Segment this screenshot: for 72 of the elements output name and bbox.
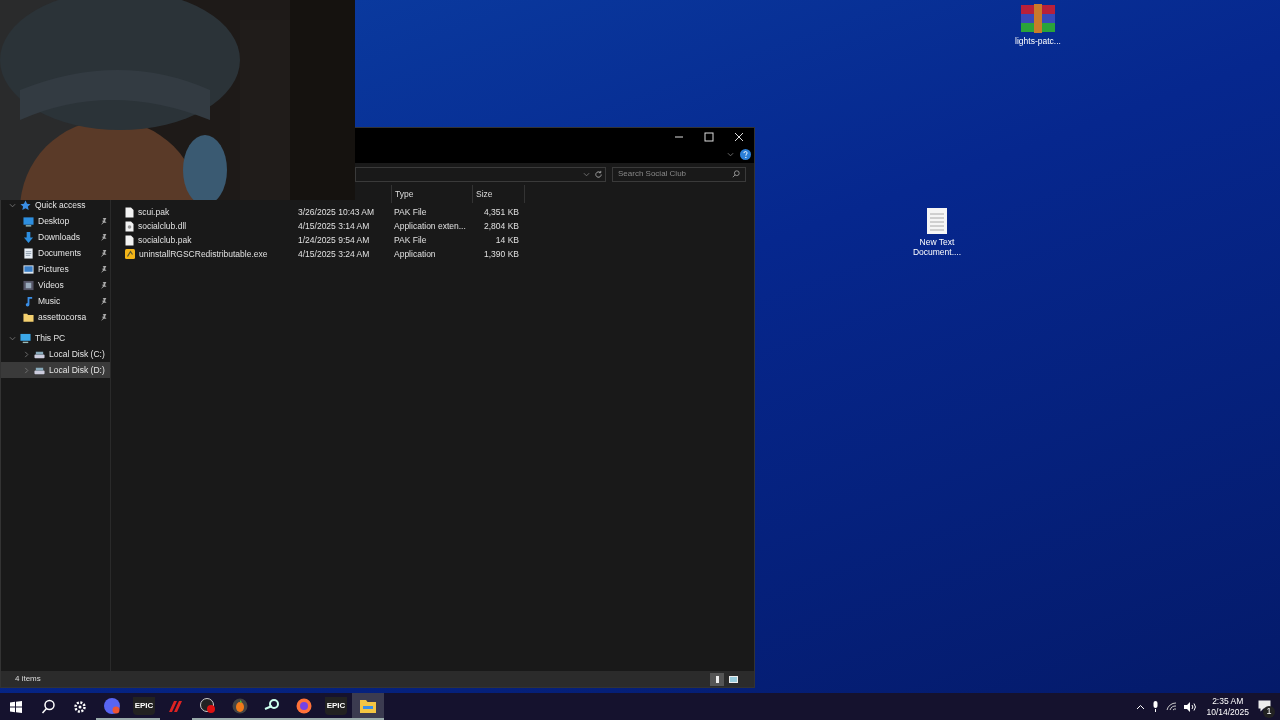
nav-item[interactable]: Documents xyxy=(1,245,110,261)
download-icon xyxy=(23,231,34,243)
folder-icon xyxy=(23,311,34,323)
microphone-icon[interactable] xyxy=(1152,701,1160,712)
pin-icon[interactable] xyxy=(100,281,107,289)
column-header[interactable]: Size xyxy=(472,185,525,203)
file-type: PAK File xyxy=(394,233,428,247)
document-icon xyxy=(23,247,34,259)
file-date: 3/26/2025 10:43 AM xyxy=(298,205,376,219)
file-name[interactable]: scui.pak xyxy=(138,205,170,219)
search-input[interactable]: Search Social Club xyxy=(618,168,732,180)
nav-item[interactable]: Quick access xyxy=(1,197,110,213)
pin-icon[interactable] xyxy=(100,313,107,321)
help-icon[interactable] xyxy=(740,149,751,160)
folder-icon xyxy=(360,698,376,713)
file-date: 4/15/2025 3:14 AM xyxy=(298,219,371,233)
file-name[interactable]: socialclub.dll xyxy=(138,219,187,233)
details-view-button[interactable] xyxy=(710,672,724,686)
nav-item[interactable]: Pictures xyxy=(1,261,110,277)
taskbar-app[interactable] xyxy=(352,693,384,720)
desktop-icon-label[interactable]: lights-patc... xyxy=(1015,36,1061,46)
text-file-icon[interactable] xyxy=(926,207,948,235)
taskbar-app[interactable]: EPIC xyxy=(128,693,160,720)
search-icon xyxy=(732,170,740,178)
nav-item[interactable]: This PC xyxy=(1,330,110,346)
wifi-icon[interactable] xyxy=(1166,702,1178,711)
refresh-icon[interactable] xyxy=(594,169,603,179)
pictures-icon xyxy=(23,263,34,275)
record-app-icon xyxy=(200,697,216,714)
search-field[interactable]: Search Social Club xyxy=(612,166,746,182)
tiles-view-icon xyxy=(728,675,738,683)
nav-item[interactable]: Downloads xyxy=(1,229,110,245)
pin-icon[interactable] xyxy=(100,265,107,273)
app-icon xyxy=(125,249,135,259)
desktop-icon xyxy=(23,215,34,227)
music-note-icon xyxy=(23,295,34,307)
desktop-icon-label[interactable]: New Text Document.... xyxy=(906,237,968,257)
pin-icon[interactable] xyxy=(100,217,107,225)
file-icon xyxy=(125,206,134,218)
pin-icon[interactable] xyxy=(100,249,107,257)
computer-icon xyxy=(20,332,31,344)
star-icon xyxy=(20,199,31,211)
film-icon xyxy=(23,279,34,291)
file-name[interactable]: socialclub.pak xyxy=(138,233,192,247)
pin-icon[interactable] xyxy=(100,233,107,241)
chat-app-icon xyxy=(104,697,120,714)
file-type: PAK File xyxy=(394,205,428,219)
windows-logo-icon xyxy=(10,700,22,713)
nav-item[interactable]: Local Disk (C:) xyxy=(1,346,110,362)
file-type: Application exten... xyxy=(394,219,466,233)
nav-item[interactable]: Music xyxy=(1,293,110,309)
pin-icon[interactable] xyxy=(100,297,107,305)
file-name[interactable]: uninstallRGSCRedistributable.exe xyxy=(139,247,268,261)
file-size: 1,390 KB xyxy=(483,247,519,261)
clock[interactable]: 2:35 AM 10/14/2025 xyxy=(1204,695,1251,718)
fruit-app-icon xyxy=(232,697,248,714)
nav-item[interactable]: Local Disk (D:) xyxy=(1,362,110,378)
status-text: 4 items xyxy=(15,673,41,685)
column-header[interactable]: Type xyxy=(391,185,472,203)
file-size: 14 KB xyxy=(494,233,519,247)
file-date: 4/15/2025 3:24 AM xyxy=(298,247,371,261)
nav-item[interactable]: assettocorsa xyxy=(1,309,110,325)
file-icon xyxy=(125,234,134,246)
file-type: Application xyxy=(394,247,437,261)
file-size: 2,804 KB xyxy=(483,219,519,233)
archive-icon[interactable] xyxy=(1021,4,1055,34)
file-date: 1/24/2025 9:54 AM xyxy=(298,233,371,247)
nav-item[interactable]: Desktop xyxy=(1,213,110,229)
file-size: 4,351 KB xyxy=(483,205,519,219)
speaker-icon[interactable] xyxy=(1184,701,1198,712)
chevron-up-icon[interactable] xyxy=(1136,703,1146,710)
nav-item[interactable]: Videos xyxy=(1,277,110,293)
